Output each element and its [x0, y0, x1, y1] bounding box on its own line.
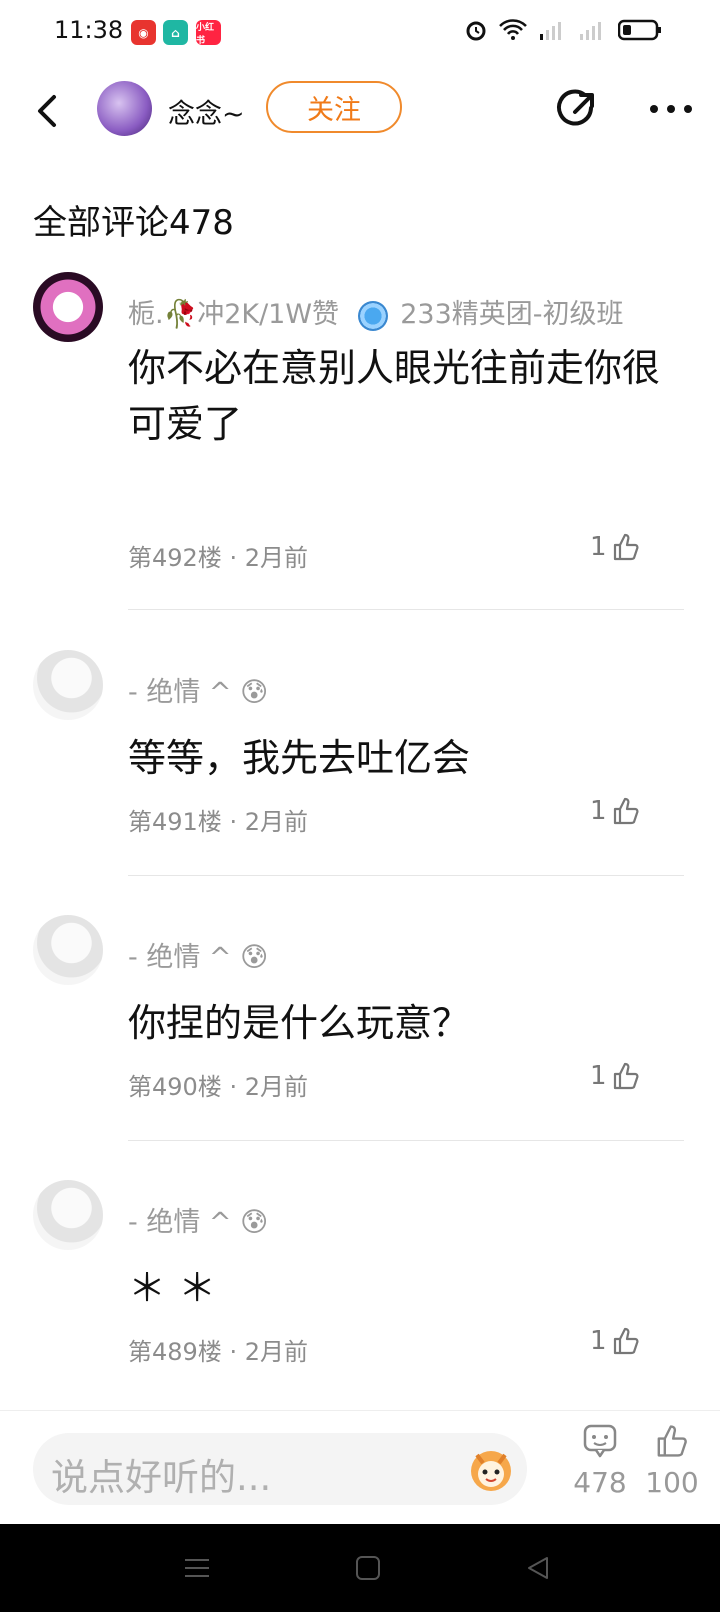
- comment-meta: 第492楼 · 2月前: [128, 544, 308, 572]
- like-count-button[interactable]: 100: [642, 1423, 702, 1499]
- follow-button[interactable]: 关注: [266, 81, 402, 133]
- commenter-name[interactable]: - 绝情 ^ 😰: [128, 670, 268, 709]
- mascot-icon[interactable]: [463, 1441, 519, 1497]
- bottom-bar: 说点好听的... 478 100: [0, 1410, 720, 1524]
- comment-input-placeholder: 说点好听的...: [51, 1456, 272, 1499]
- header-bar: 念念~ 关注: [0, 66, 720, 156]
- commenter-avatar[interactable]: [33, 272, 103, 342]
- comment-icon: [583, 1424, 617, 1458]
- comment-text: 等等，我先去吐亿会: [128, 736, 471, 780]
- badge-icon: [357, 300, 388, 331]
- home-icon[interactable]: [354, 1554, 382, 1582]
- comment-text: 你不必在意别人眼光往前走你很可爱了: [128, 346, 661, 446]
- share-icon[interactable]: [553, 86, 599, 132]
- home-app-icon: ⌂: [163, 20, 188, 45]
- commenter-avatar[interactable]: [33, 915, 103, 985]
- comment-text: 你捏的是什么玩意？: [128, 1001, 471, 1045]
- comments-title: 全部评论478: [33, 203, 234, 243]
- comment-meta: 第490楼 · 2月前: [128, 1073, 308, 1101]
- comment-count: 478: [573, 1466, 627, 1499]
- comment-count-button[interactable]: 478: [570, 1423, 630, 1499]
- status-time: 11:38: [54, 16, 124, 44]
- status-icons: [464, 18, 662, 42]
- xiaohongshu-app-icon: 小红书: [196, 20, 221, 46]
- wifi-icon: [499, 19, 527, 40]
- thumbs-up-icon: [657, 1425, 687, 1457]
- like-button[interactable]: 1: [590, 796, 641, 826]
- signal-icon: [540, 22, 561, 40]
- comment-item: - 绝情 ^ 😰 ＊ ＊ 第489楼 · 2月前 1: [0, 1180, 720, 1410]
- like-count: 100: [645, 1466, 699, 1499]
- netease-app-icon: ◉: [131, 20, 156, 45]
- commenter-avatar[interactable]: [33, 650, 103, 720]
- thumbs-up-icon: [613, 797, 639, 825]
- page: 11:38 ◉ ⌂ 小红书 念念~ 关注 全部评论478 栀.🥀冲2K/1W赞 …: [0, 0, 720, 1612]
- divider: [128, 875, 684, 876]
- comment-text: ＊ ＊: [128, 1266, 217, 1310]
- commenter-avatar[interactable]: [33, 1180, 103, 1250]
- comment-item: - 绝情 ^ 😰 你捏的是什么玩意？ 第490楼 · 2月前 1: [0, 915, 720, 1145]
- system-nav-bar: [0, 1524, 720, 1612]
- divider: [128, 609, 684, 610]
- divider: [128, 1140, 684, 1141]
- comment-item: 栀.🥀冲2K/1W赞 233精英团-初级班 你不必在意别人眼光往前走你很可爱了 …: [0, 270, 720, 610]
- comment-meta: 第489楼 · 2月前: [128, 1338, 308, 1366]
- signal-icon-2: [580, 22, 601, 40]
- comment-input[interactable]: 说点好听的...: [33, 1433, 527, 1505]
- author-name[interactable]: 念念~: [168, 92, 245, 131]
- like-button[interactable]: 1: [590, 532, 641, 562]
- thumbs-up-icon: [613, 1327, 639, 1355]
- commenter-name[interactable]: 栀.🥀冲2K/1W赞 233精英团-初级班: [128, 292, 624, 331]
- status-bar: 11:38 ◉ ⌂ 小红书: [0, 0, 720, 66]
- like-button[interactable]: 1: [590, 1326, 641, 1356]
- commenter-name[interactable]: - 绝情 ^ 😰: [128, 1200, 268, 1239]
- more-icon[interactable]: [648, 102, 694, 116]
- battery-icon: [618, 19, 661, 41]
- comment-item: - 绝情 ^ 😰 等等，我先去吐亿会 第491楼 · 2月前 1: [0, 650, 720, 880]
- author-avatar[interactable]: [97, 81, 152, 136]
- commenter-name[interactable]: - 绝情 ^ 😰: [128, 935, 268, 974]
- thumbs-up-icon: [613, 533, 639, 561]
- back-icon[interactable]: [30, 89, 66, 133]
- menu-icon[interactable]: [183, 1556, 211, 1580]
- group-badge[interactable]: 233精英团-初级班: [400, 299, 623, 330]
- thumbs-up-icon: [613, 1062, 639, 1090]
- alarm-icon: [466, 21, 486, 41]
- comment-meta: 第491楼 · 2月前: [128, 808, 308, 836]
- like-button[interactable]: 1: [590, 1061, 641, 1091]
- back-nav-icon[interactable]: [525, 1554, 553, 1582]
